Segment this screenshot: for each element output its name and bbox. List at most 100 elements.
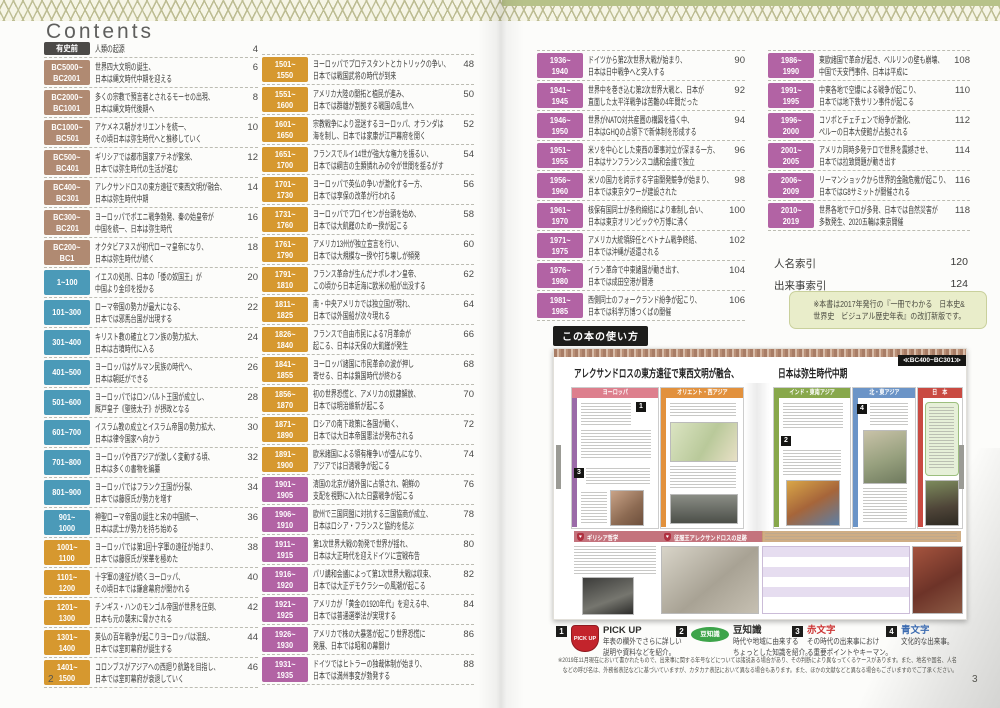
era-badge: 2010~2019 bbox=[768, 203, 814, 228]
toc-entry: 1936~1940ドイツから第2次世界大戦が始まり、日本は日中戦争へと突入する9… bbox=[537, 50, 745, 81]
toc-entry-text: ヨーロッパでポエニ戦争勃発、秦の始皇帝が中国を統一、日本は弥生時代 bbox=[95, 210, 235, 235]
era-badge: BC2000~BC1001 bbox=[44, 90, 90, 115]
toc-entry-text: アメリカで株の大暴落が起こり世界恐慌に発展、日本では昭和の幕開け bbox=[313, 627, 451, 652]
era-badge: BC200~BC1 bbox=[44, 240, 90, 265]
toc-entry: 1956~1960米ソの国力を誇示する宇宙開発競争が始まり、日本では東京タワーが… bbox=[537, 171, 745, 201]
toc-entry-page-number: 98 bbox=[727, 173, 745, 198]
toc-entry-page-number: 92 bbox=[727, 83, 745, 108]
painting-image-placeholder bbox=[786, 480, 840, 526]
toc-entry: 1961~1970核保有国同士が条約締結により牽制し合い、日本は東京オリンピック… bbox=[537, 201, 745, 231]
toc-entry: 1921~1925アメリカが「黄金の1920年代」を迎える中、日本では普通選挙法… bbox=[262, 595, 474, 625]
toc-entry: 2010~2019世界各地でテロが多発、日本では自然災害が多数発生、2020五輪… bbox=[768, 201, 970, 231]
toc-entry-page-number: 50 bbox=[456, 87, 474, 112]
toc-entry: 101~300ローマ帝国の勢力が最大になる、日本では邪馬台国が出現する22 bbox=[44, 298, 258, 328]
map-image-placeholder bbox=[670, 422, 738, 462]
toc-entry: 1501~1550ヨーロッパでプロテスタントとカトリックの争い、日本では戦国武将… bbox=[262, 54, 474, 85]
toc-entry-page-number: 40 bbox=[240, 570, 258, 595]
toc-entry: 1841~1855ヨーロッパ諸国に市民革命の波が押し寄せる、日本は鎖国時代が終わ… bbox=[262, 355, 474, 385]
toc-entry: BC1000~BC501アケメネス朝がオリエントを統一、その頃日本は弥生時代へと… bbox=[44, 118, 258, 148]
left-edge-tab bbox=[556, 445, 561, 489]
toc-entry: BC500~BC401ギリシアでは都市国家アテネが繁栄、日本では弥生時代の生活が… bbox=[44, 148, 258, 178]
toc-entry: BC5000~BC2001世界四大文明の誕生、日本は縄文時代中期を迎える6 bbox=[44, 58, 258, 88]
toc-entry-text: アメリカ大陸の開拓と植民が進み、日本では群雄が割拠する戦国の乱世へ bbox=[313, 87, 451, 112]
toc-entry-text: 世界中を巻き込む第2次世界大戦と、日本が直面した太平洋戦争は苦難の4年間だった bbox=[588, 83, 722, 108]
toc-entry: 1701~1730ヨーロッパで英仏の争いが激化する一方、日本では享保の改革が行わ… bbox=[262, 175, 474, 205]
era-badge: 有史前 bbox=[44, 42, 90, 55]
toc-entry: 1901~1905清国の北京が諸外国に占領され、朝鮮の支配を視野に入れた日露戦争… bbox=[262, 475, 474, 505]
era-badge: 1961~1970 bbox=[537, 203, 583, 228]
era-badge: 1731~1760 bbox=[262, 207, 308, 232]
era-badge: 401~500 bbox=[44, 360, 90, 385]
toc-entry-text: 米ソを中心とした東西の軍事対立が深まる一方、日本はサンフランシスコ講和会議で独立 bbox=[588, 143, 722, 168]
toc-entry-page-number: 76 bbox=[456, 477, 474, 502]
toc-entry: 401~500ヨーロッパはゲルマン民族の時代へ、日本は朝廷ができる26 bbox=[44, 358, 258, 388]
toc-entry: 501~600ヨーロッパではロンバルト王国が成立し、厩戸皇子《聖徳太子》が摂政と… bbox=[44, 388, 258, 418]
era-badge: 901~1000 bbox=[44, 510, 90, 535]
toc-entry-page-number: 26 bbox=[240, 360, 258, 385]
era-badge: 801~900 bbox=[44, 480, 90, 505]
toc-entry-text: アメリカが「黄金の1920年代」を迎える中、日本では普通選挙法が実現する bbox=[313, 597, 451, 622]
book-gutter-shadow bbox=[478, 0, 524, 708]
toc-entry-page-number: 30 bbox=[240, 420, 258, 445]
toc-entry-text: ヨーロッパではフランク王国が分裂、日本では藤原氏が勢力を増す bbox=[95, 480, 235, 505]
toc-entry-page-number: 38 bbox=[240, 540, 258, 565]
toc-entry-text: ヨーロッパでプロテスタントとカトリックの争い、日本では戦国武将の時代が到来 bbox=[313, 57, 451, 82]
india-era-strip bbox=[774, 398, 779, 527]
era-badge: 501~600 bbox=[44, 390, 90, 415]
index-label: 人名索引 bbox=[774, 256, 816, 271]
toc-entry-text: ヨーロッパではロンバルト王国が成立し、厩戸皇子《聖徳太子》が摂政となる bbox=[95, 390, 235, 415]
mini-header-europe: ヨーロッパ bbox=[602, 388, 627, 398]
mini-spread-gutter bbox=[744, 383, 770, 533]
toc-entry-page-number: 82 bbox=[456, 567, 474, 592]
toc-entry-text: ロシアの南下政策に各国が動く、日本では大日本帝国憲法が発布される bbox=[313, 417, 451, 442]
toc-entry-text: 神聖ローマ帝国の誕生と宋の中国統一、日本は武士が勢力を持ち始める bbox=[95, 510, 235, 535]
toc-entry-text: キリスト教の確立とフン族の勢力拡大、日本は古墳時代に入る bbox=[95, 330, 235, 355]
toc-entry-text: ヨーロッパはゲルマン民族の時代へ、日本は朝廷ができる bbox=[95, 360, 235, 385]
pickup-shield-icon: PICK UP bbox=[571, 625, 599, 652]
callout-1: 1 bbox=[636, 402, 646, 412]
callout-3: 3 bbox=[574, 468, 584, 478]
era-badge: 701~800 bbox=[44, 450, 90, 475]
revision-note-line1: ※本書は2017年発行の『一冊でわかる 日本史& bbox=[813, 298, 962, 310]
toc-entry-text: ヨーロッパ諸国に市民革命の波が押し寄せる、日本は鎖国時代が終わる bbox=[313, 357, 451, 382]
toc-entry-page-number: 68 bbox=[456, 357, 474, 382]
toc-entry-page-number: 110 bbox=[952, 83, 970, 108]
era-badge: 1101~1200 bbox=[44, 570, 90, 595]
era-badge: 1931~1935 bbox=[262, 657, 308, 682]
toc-entry: 601~700イスラム教の成立とイスラム帝国の勢力拡大、日本は律令国家へ向かう3… bbox=[44, 418, 258, 448]
mamechishiki-oval-icon: 豆知識 bbox=[691, 627, 729, 642]
section-header-label: ギリシア哲学 bbox=[587, 532, 618, 542]
era-badge: 301~400 bbox=[44, 330, 90, 355]
toc-entry-text: 英仏の百年戦争が起こりヨーロッパは混乱、日本では室町幕府が誕生する bbox=[95, 630, 235, 655]
toc-entry-page-number: 52 bbox=[456, 117, 474, 142]
toc-entry-page-number: 12 bbox=[240, 150, 258, 175]
era-badge: 1301~1400 bbox=[44, 630, 90, 655]
toc-entry-page-number: 24 bbox=[240, 330, 258, 355]
era-badge: BC1000~BC501 bbox=[44, 120, 90, 145]
callout-4: 4 bbox=[857, 404, 867, 414]
toc-entry: 1001~1100ヨーロッパでは第1回十字軍の遠征が始まり、日本では藤原氏が栄華… bbox=[44, 538, 258, 568]
toc-entry-page-number: 88 bbox=[456, 657, 474, 682]
era-badge: 2006~2009 bbox=[768, 173, 814, 198]
era-badge: 1651~1700 bbox=[262, 147, 308, 172]
toc-entry-text: 西側同士のフォークランド紛争が起こり、日本では科学万博つくばの開催 bbox=[588, 293, 722, 318]
era-badge: 1941~1945 bbox=[537, 83, 583, 108]
toc-entry-text: フランスでルイ14世が強大な権力を振るい、日本では綱吉の生類憐れみの令が世間を揺… bbox=[313, 147, 451, 172]
legend-number-4: 4 bbox=[886, 626, 897, 637]
toc-entry-text: 中東各地で空爆による戦争が起こり、日本では地下鉄サリン事件が起こる bbox=[819, 83, 947, 108]
toc-entry-page-number: 6 bbox=[240, 60, 258, 85]
toc-entry-text: 欧州で三国同盟に対抗する三国協商が成立、日本はロシア・フランスと協約を結ぶ bbox=[313, 507, 451, 532]
era-badge: 1791~1810 bbox=[262, 267, 308, 292]
toc-entry: 1731~1760ヨーロッパでプロイセンが台頭を始め、日本では大飢饉のため一揆が… bbox=[262, 205, 474, 235]
toc-entry: BC300~BC201ヨーロッパでポエニ戦争勃発、秦の始皇帝が中国を統一、日本は… bbox=[44, 208, 258, 238]
toc-entry: 1811~1825南・中央アメリカでは独立国が現れ、日本では外国船が次々現れる6… bbox=[262, 295, 474, 325]
toc-entry: 301~400キリスト教の確立とフン族の勢力拡大、日本は古墳時代に入る24 bbox=[44, 328, 258, 358]
legend-number-2: 2 bbox=[676, 626, 687, 637]
mini-header-india: インド・東南アジア bbox=[789, 388, 834, 398]
sample-title-left: アレクサンドロスの東方遠征で東西文明が融合、 bbox=[574, 365, 739, 381]
toc-entry-text: 世界がNATO対共産圏の構図を描く中、日本はGHQの占領下で新体制を形成する bbox=[588, 113, 722, 138]
toc-entry-page-number: 102 bbox=[727, 233, 745, 258]
era-badge: 1811~1825 bbox=[262, 297, 308, 322]
toc-entry: 1891~1900欧米諸国による領有権争いが盛んになり、アジアでは日清戦争が起こ… bbox=[262, 445, 474, 475]
toc-column-2: 1501~1550ヨーロッパでプロテスタントとカトリックの争い、日本では戦国武将… bbox=[262, 54, 474, 685]
